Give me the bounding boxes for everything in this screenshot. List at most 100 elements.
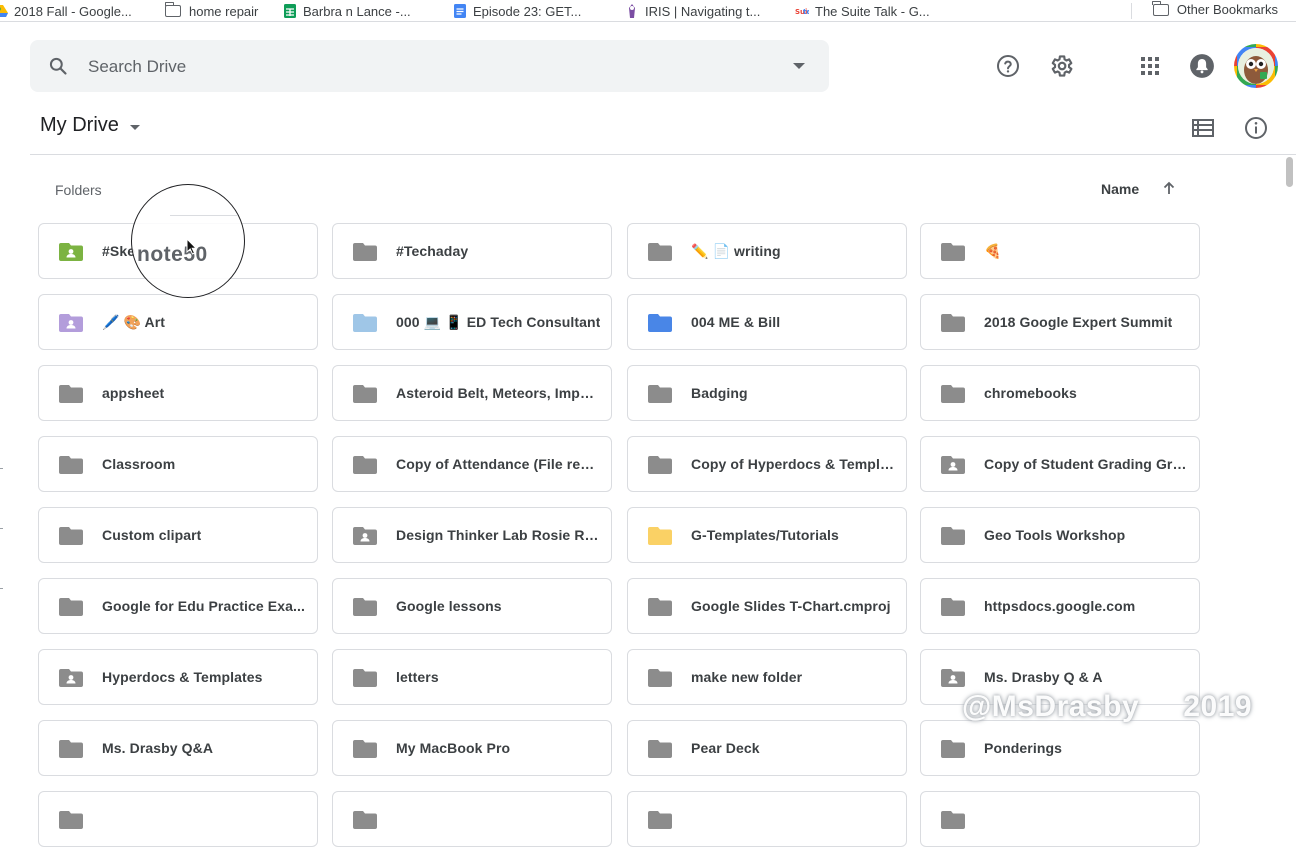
header-divider [30,154,1296,155]
folder-card[interactable]: make new folder [627,649,907,705]
folder-icon [941,385,965,403]
my-drive-menu[interactable]: My Drive [40,114,140,137]
folder-name: Ms. Drasby Q&A [102,740,214,756]
folder-card[interactable]: appsheet [38,365,318,421]
folder-name: Asteroid Belt, Meteors, Impac... [396,385,601,401]
folder-icon [353,314,377,332]
folder-card[interactable]: Hyperdocs & Templates [38,649,318,705]
folder-card[interactable]: Copy of Hyperdocs & Templa... [627,436,907,492]
folder-card[interactable]: 000 💻 📱 ED Tech Consultant [332,294,612,350]
folder-name: letters [396,669,439,685]
folder-icon [941,527,965,545]
bookmark-item[interactable]: IRIS | Navigating t... [625,2,760,20]
folder-name: 2018 Google Expert Summit [984,314,1173,330]
folder-card[interactable]: 2018 Google Expert Summit [920,294,1200,350]
bookmark-item[interactable]: 2018 Fall - Google... [0,2,132,20]
apps-grid-icon[interactable] [1137,53,1163,79]
folder-icon [353,243,377,261]
folder-name: make new folder [691,669,803,685]
folder-card[interactable]: My MacBook Pro [332,720,612,776]
folder-card[interactable]: Classroom [38,436,318,492]
folder-card[interactable]: Google for Edu Practice Exa... [38,578,318,634]
gear-icon[interactable] [1048,53,1074,79]
folder-name: #Ske [102,243,136,259]
bookmark-item[interactable]: Suite The Suite Talk - G... [795,2,930,20]
other-bookmarks[interactable]: Other Bookmarks [1152,0,1278,17]
folder-card[interactable]: Google lessons [332,578,612,634]
folder-card[interactable] [920,791,1200,847]
folder-card[interactable]: #Techaday [332,223,612,279]
folder-icon [353,811,377,829]
info-icon[interactable] [1243,115,1269,141]
shared-folder-icon [59,314,83,332]
folder-icon [59,456,83,474]
folder-card[interactable]: Ms. Drasby Q&A [38,720,318,776]
folder-card[interactable] [332,791,612,847]
search-input[interactable]: Search Drive [88,57,186,77]
folder-card[interactable]: Copy of Student Grading Gra... [920,436,1200,492]
search-icon[interactable] [48,56,68,76]
folder-name: appsheet [102,385,165,401]
folder-card[interactable]: Copy of Attendance (File resp... [332,436,612,492]
folder-card[interactable]: 004 ME & Bill [627,294,907,350]
mouse-cursor-icon [186,238,198,255]
folder-name: #Techaday [396,243,469,259]
folder-card[interactable]: Pear Deck [627,720,907,776]
notifications-icon[interactable] [1189,53,1215,79]
bookmark-label: 2018 Fall - Google... [14,3,132,19]
folder-card[interactable]: Ponderings [920,720,1200,776]
help-icon[interactable] [995,53,1021,79]
other-bookmarks-label: Other Bookmarks [1176,2,1278,17]
folder-icon [353,385,377,403]
shared-folder-icon [353,527,377,545]
folder-name: chromebooks [984,385,1077,401]
folder-name: G-Templates/Tutorials [691,527,839,543]
folder-card[interactable]: letters [332,649,612,705]
folder-card[interactable]: ✏️ 📄 writing [627,223,907,279]
bookmark-item[interactable]: Barbra n Lance -... [283,2,411,20]
folder-card[interactable] [38,791,318,847]
folder-card[interactable]: Design Thinker Lab Rosie Rev... [332,507,612,563]
folder-name: Google for Edu Practice Exa... [102,598,305,614]
folder-icon [648,669,672,687]
folder-card[interactable]: httpsdocs.google.com [920,578,1200,634]
scrollbar-thumb[interactable] [1286,157,1293,187]
folder-card[interactable]: 🖊️ 🎨 Art [38,294,318,350]
folder-name: Copy of Attendance (File resp... [396,456,601,472]
sort-ascending-icon[interactable] [1161,180,1177,196]
search-bar[interactable]: Search Drive [30,40,829,92]
folder-card[interactable]: 🍕 [920,223,1200,279]
folder-card[interactable]: Google Slides T-Chart.cmproj [627,578,907,634]
folder-name: ✏️ 📄 writing [691,243,781,259]
bookmark-label: home repair [189,3,259,19]
folder-card[interactable]: Geo Tools Workshop [920,507,1200,563]
scrollbar[interactable] [1285,155,1294,810]
folder-icon [59,811,83,829]
bookmark-item[interactable]: Episode 23: GET... [453,2,581,20]
owl-avatar-icon [1238,48,1274,84]
folder-card[interactable] [627,791,907,847]
avatar[interactable] [1234,44,1278,88]
shared-folder-icon [941,669,965,687]
folder-name: Copy of Student Grading Gra... [984,456,1189,472]
folder-card[interactable]: Asteroid Belt, Meteors, Impac... [332,365,612,421]
bookmark-label: Episode 23: GET... [473,3,582,19]
folder-icon [59,598,83,616]
iris-icon [629,4,635,18]
folder-name: 004 ME & Bill [691,314,781,330]
folder-card[interactable]: Custom clipart [38,507,318,563]
folder-icon [941,314,965,332]
search-options-icon[interactable] [793,63,805,69]
folder-name: Copy of Hyperdocs & Templa... [691,456,896,472]
bookmark-item[interactable]: home repair [164,2,259,20]
folder-card[interactable]: chromebooks [920,365,1200,421]
list-view-icon[interactable] [1190,115,1216,141]
folder-card[interactable]: G-Templates/Tutorials [627,507,907,563]
folder-icon [941,598,965,616]
folder-icon [59,740,83,758]
folder-icon [941,243,965,261]
folder-icon [353,669,377,687]
folder-card[interactable]: Badging [627,365,907,421]
folder-icon [59,527,83,545]
sort-by-name[interactable]: Name [1101,181,1139,197]
